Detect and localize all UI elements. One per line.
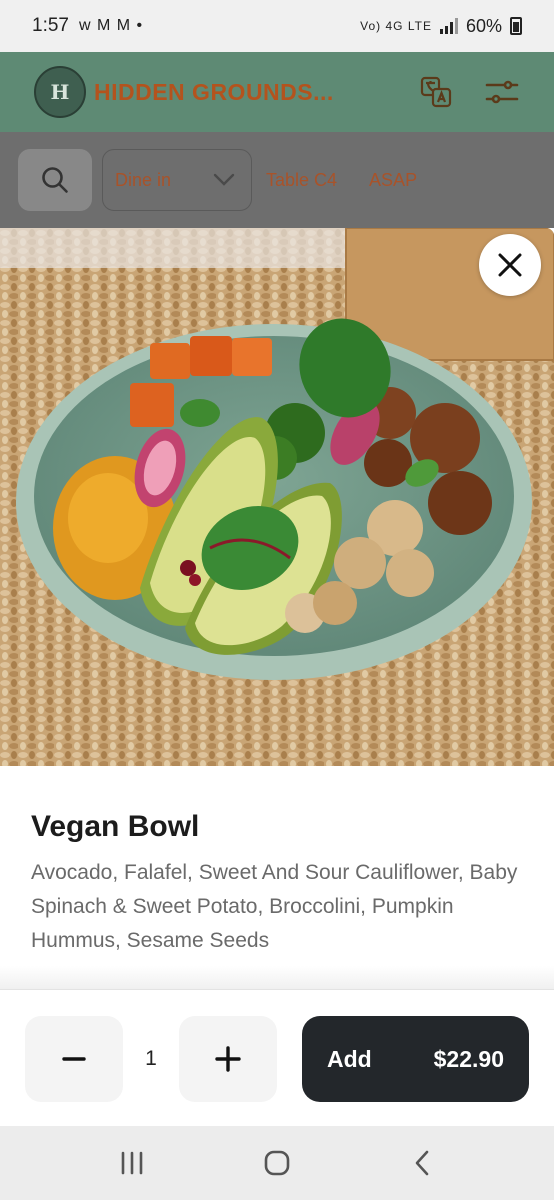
notification-icons: w M M • (78, 17, 144, 34)
order-type-select[interactable]: Dine in (102, 149, 252, 211)
decrease-quantity-button[interactable] (25, 1016, 123, 1102)
restaurant-logo: H (34, 66, 86, 118)
recent-apps-icon (122, 1151, 143, 1175)
add-label: Add (327, 1045, 372, 1072)
plus-icon (215, 1046, 241, 1072)
close-icon (498, 253, 522, 277)
item-info: Vegan Bowl Avocado, Falafel, Sweet And S… (0, 766, 554, 958)
battery-icon (510, 17, 522, 35)
back-button[interactable] (392, 1138, 452, 1188)
home-icon (264, 1150, 290, 1176)
translate-icon[interactable] (418, 74, 454, 110)
search-button[interactable] (18, 149, 92, 211)
status-bar: 1:57 w M M • Vo) 4G LTE 60% (0, 0, 554, 52)
system-navigation-bar (0, 1126, 554, 1200)
recent-apps-button[interactable] (102, 1138, 162, 1188)
item-title: Vegan Bowl (31, 810, 200, 843)
item-photo (0, 228, 554, 766)
network-indicator: Vo) 4G LTE (360, 19, 432, 33)
restaurant-name: HIDDEN GROUNDS... (94, 78, 334, 105)
item-detail-modal: Vegan Bowl Avocado, Falafel, Sweet And S… (0, 228, 554, 1126)
close-button[interactable] (479, 234, 541, 296)
order-type-value: Dine in (115, 169, 172, 190)
vegan-bowl-image (0, 228, 554, 766)
battery-percent: 60% (465, 15, 502, 36)
add-to-cart-button[interactable]: Add $22.90 (302, 1016, 529, 1102)
home-button[interactable] (247, 1138, 307, 1188)
quantity-value: 1 (145, 1047, 157, 1070)
sliders-icon[interactable] (484, 74, 520, 110)
add-to-order-bar: 1 Add $22.90 (0, 990, 554, 1126)
timing-selector[interactable]: ASAP (369, 170, 417, 191)
table-selector[interactable]: Table C4 (266, 170, 337, 191)
increase-quantity-button[interactable] (179, 1016, 277, 1102)
minus-icon (62, 1057, 86, 1061)
item-price: $22.90 (433, 1045, 504, 1072)
search-icon (42, 167, 68, 193)
status-time: 1:57 (32, 15, 69, 36)
section-divider (0, 966, 554, 990)
order-options-bar: Dine in Table C4 ASAP (0, 132, 554, 228)
back-icon (415, 1150, 428, 1176)
chevron-down-icon (213, 173, 235, 186)
app-header: H HIDDEN GROUNDS... (0, 52, 554, 132)
signal-icon (439, 18, 458, 34)
item-description: Avocado, Falafel, Sweet And Sour Caulifl… (31, 861, 518, 952)
